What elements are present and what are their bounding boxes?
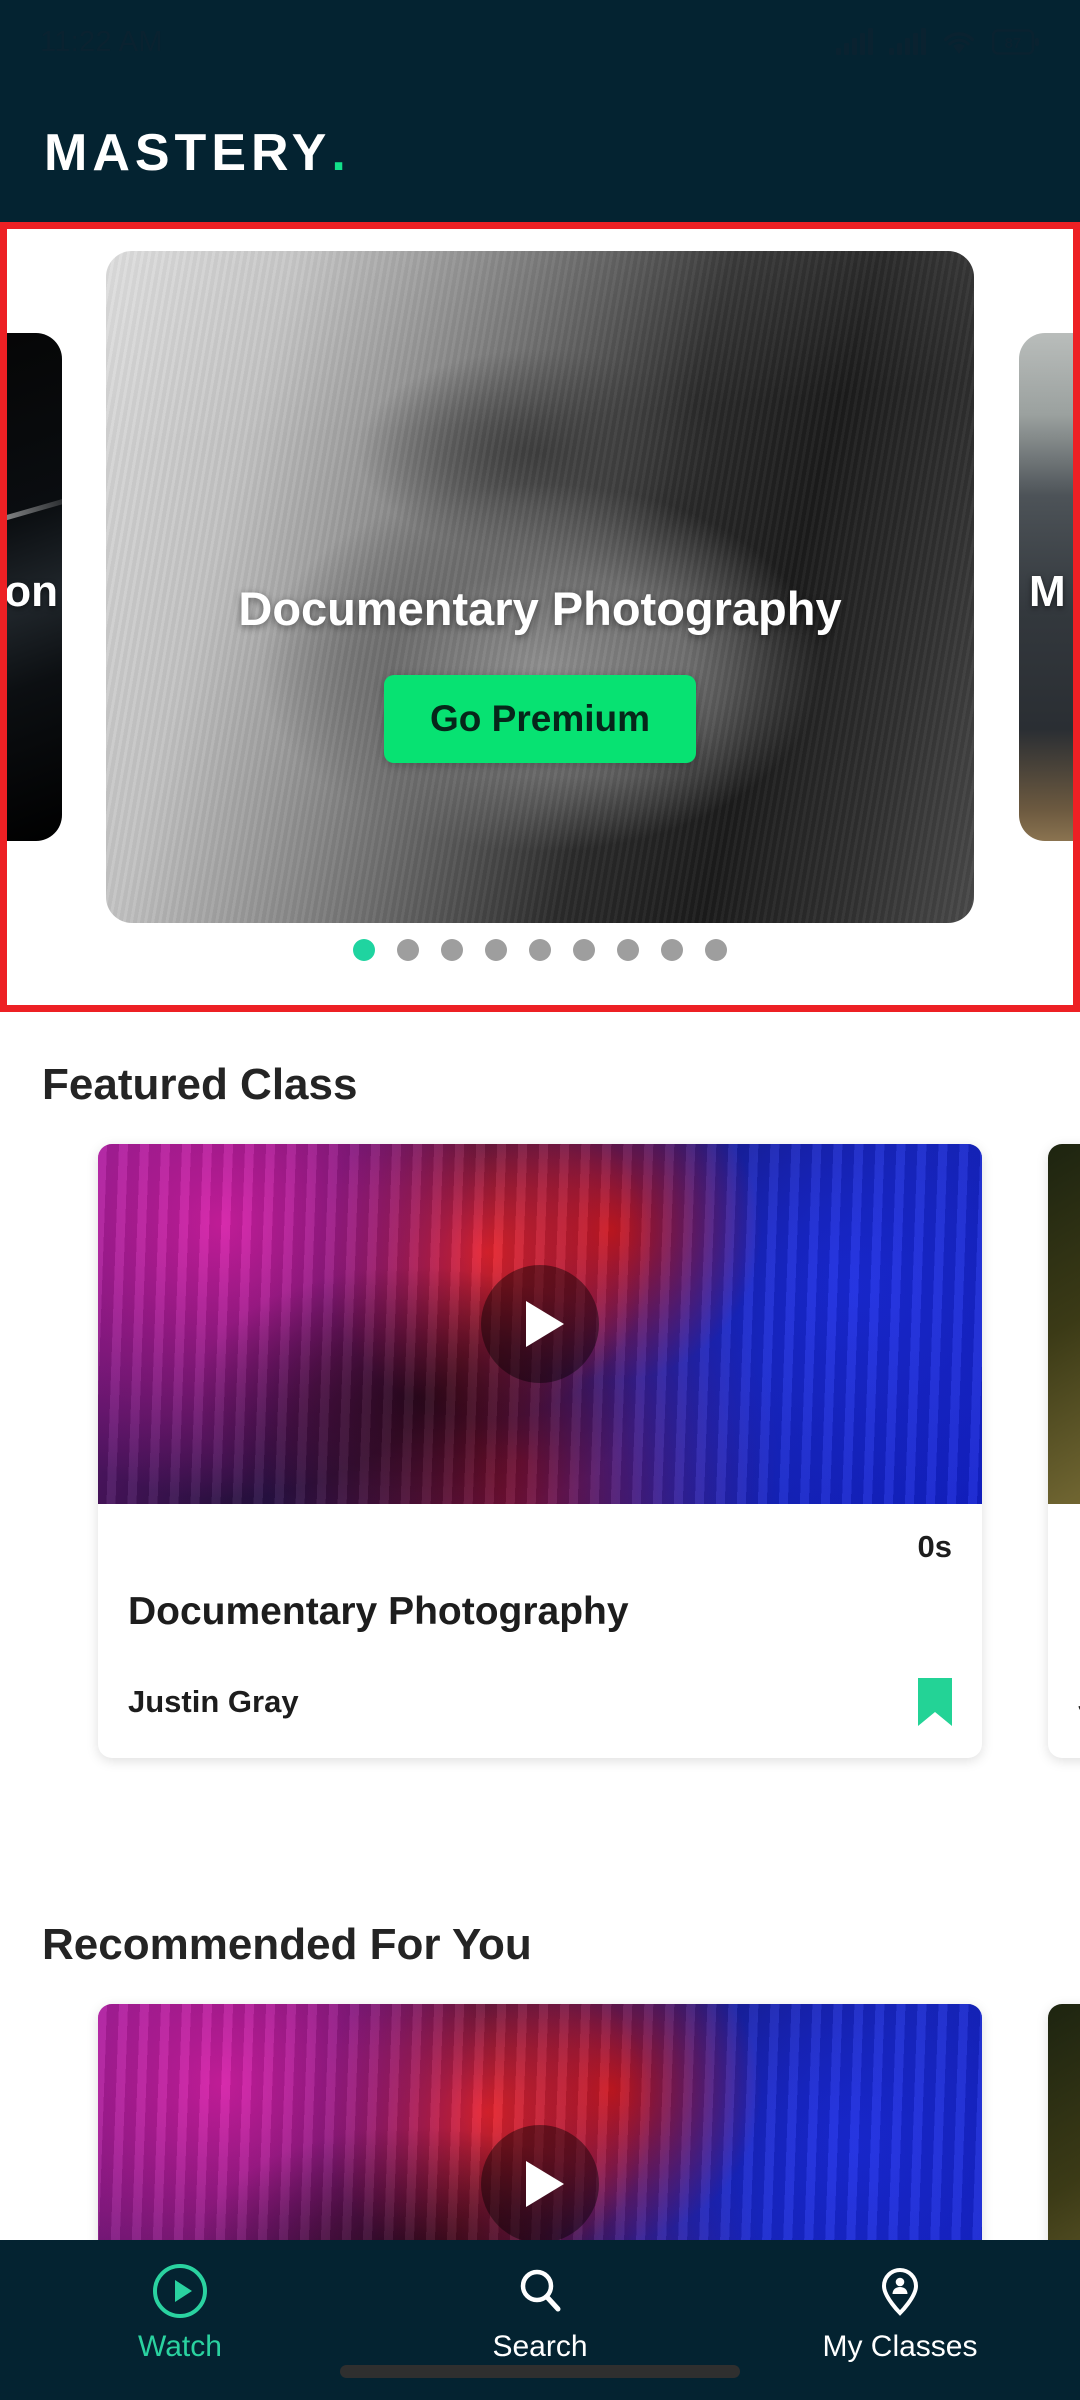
wifi-icon: [943, 32, 975, 54]
play-circle-icon: [152, 2264, 207, 2318]
search-icon: [520, 2269, 561, 2312]
thumbnail-image-olive-bar: [1048, 1144, 1080, 1504]
carousel-dot[interactable]: [617, 939, 639, 961]
nav-label-my-classes: My Classes: [822, 2330, 978, 2363]
play-icon[interactable]: [481, 2125, 599, 2243]
class-author: Justin Gray: [128, 1684, 299, 1719]
class-card[interactable]: 0s Documentary Photography Justin Gray: [98, 1144, 982, 1758]
signal-icon: [836, 28, 873, 55]
app-header: MASTERY.: [0, 84, 1080, 222]
carousel-slide-next[interactable]: M: [1019, 333, 1073, 841]
carousel-dot[interactable]: [397, 939, 419, 961]
carousel-slide-title: M: [1029, 566, 1066, 616]
nav-label-watch: Watch: [138, 2330, 222, 2363]
carousel-dot[interactable]: [573, 939, 595, 961]
nav-item-search[interactable]: Search: [362, 2262, 718, 2364]
carousel-dot[interactable]: [485, 939, 507, 961]
carousel-dot[interactable]: [529, 939, 551, 961]
status-bar: 11:22 AM 87: [0, 0, 1080, 84]
featured-class-rail[interactable]: 0s Documentary Photography Justin Gray 0…: [0, 1144, 1080, 1844]
status-time: 11:22 AM: [40, 25, 163, 58]
signal-icon: [889, 28, 926, 55]
app-screen: 11:22 AM 87 MASTERY. on Documentary Phot…: [0, 0, 1080, 2400]
play-icon[interactable]: [481, 1265, 599, 1383]
carousel-pagination-dots[interactable]: [7, 939, 1073, 961]
class-duration: 0s: [917, 1529, 952, 1564]
gesture-bar[interactable]: [340, 2365, 740, 2378]
carousel-dot[interactable]: [353, 939, 375, 961]
battery-icon: 87: [992, 29, 1040, 55]
section-heading-recommended: Recommended For You: [42, 1920, 532, 1969]
carousel-slide-title: on: [4, 566, 58, 616]
bookmark-icon[interactable]: [918, 1678, 952, 1726]
nav-label-search: Search: [492, 2330, 588, 2363]
battery-level: 87: [1005, 35, 1022, 52]
status-icon-group: 87: [836, 28, 1040, 55]
highlight-box: on Documentary Photography Go Premium M: [0, 222, 1080, 1012]
app-logo: MASTERY.: [44, 123, 346, 183]
class-title: Documentary Photography: [128, 1590, 629, 1633]
carousel-dot[interactable]: [705, 939, 727, 961]
nav-item-my-classes[interactable]: My Classes: [722, 2262, 1078, 2364]
class-card-body: 0s Mixology Jane Doe: [1048, 1504, 1080, 1758]
promo-carousel[interactable]: on Documentary Photography Go Premium M: [7, 229, 1073, 961]
class-thumbnail[interactable]: [1048, 1144, 1080, 1504]
carousel-dot[interactable]: [661, 939, 683, 961]
go-premium-button[interactable]: Go Premium: [384, 675, 696, 763]
nav-item-watch[interactable]: Watch: [2, 2262, 358, 2364]
class-card[interactable]: 0s Mixology Jane Doe: [1048, 1144, 1080, 1758]
app-logo-dot: .: [331, 124, 346, 182]
class-thumbnail[interactable]: [98, 1144, 982, 1504]
carousel-slide-previous[interactable]: on: [4, 333, 62, 841]
carousel-slide-title: Documentary Photography: [238, 582, 842, 635]
person-pin-icon: [881, 2267, 918, 2316]
carousel-slide-active[interactable]: Documentary Photography Go Premium: [106, 251, 974, 923]
carousel-dot[interactable]: [441, 939, 463, 961]
section-heading-featured: Featured Class: [42, 1060, 358, 1109]
app-logo-text: MASTERY: [44, 124, 332, 182]
class-card-body: 0s Documentary Photography Justin Gray: [98, 1504, 982, 1758]
